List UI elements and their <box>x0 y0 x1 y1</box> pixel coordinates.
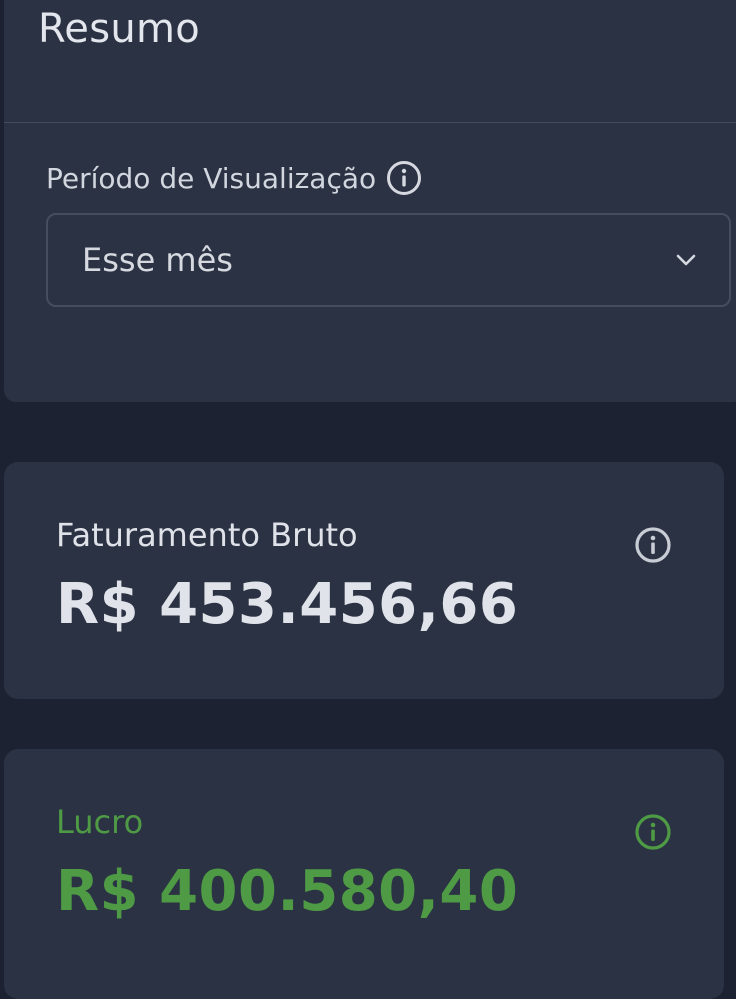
period-select[interactable]: Esse mês <box>46 213 731 307</box>
profit-info-icon[interactable] <box>634 813 672 851</box>
profit-value: R$ 400.580,40 <box>56 859 519 924</box>
period-info-icon[interactable] <box>386 160 422 196</box>
revenue-info-icon[interactable] <box>634 526 672 564</box>
summary-title: Resumo <box>38 6 201 52</box>
summary-divider <box>4 122 736 123</box>
profit-card: Lucro R$ 400.580,40 <box>4 749 724 999</box>
summary-panel: Resumo Período de Visualização Esse mês <box>4 0 736 402</box>
revenue-label: Faturamento Bruto <box>56 516 358 554</box>
profit-label: Lucro <box>56 803 144 841</box>
period-label: Período de Visualização <box>46 161 377 195</box>
period-select-value: Esse mês <box>82 241 233 279</box>
revenue-card: Faturamento Bruto R$ 453.456,66 <box>4 462 724 699</box>
revenue-value: R$ 453.456,66 <box>56 572 519 637</box>
chevron-down-icon <box>673 247 699 273</box>
period-label-row: Período de Visualização <box>46 160 422 196</box>
